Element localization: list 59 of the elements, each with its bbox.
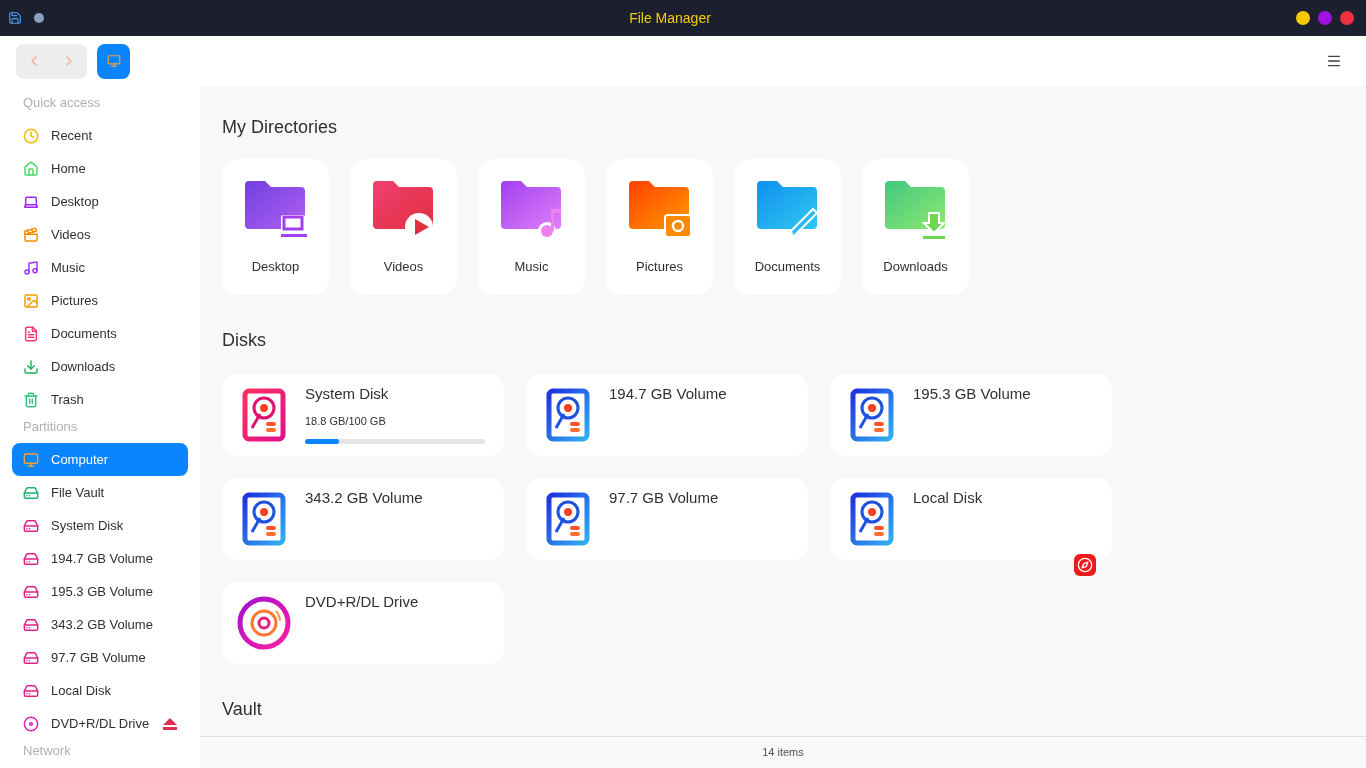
picture-icon — [23, 292, 39, 309]
window-title: File Manager — [629, 8, 711, 28]
directory-card[interactable]: Music — [478, 159, 585, 295]
sidebar-item[interactable]: Downloads — [12, 350, 188, 383]
clock-icon — [23, 127, 39, 144]
monitor-icon — [23, 451, 39, 468]
sidebar-item[interactable]: 343.2 GB Volume — [12, 608, 188, 641]
directory-card[interactable]: Desktop — [222, 159, 329, 295]
download-icon — [23, 358, 39, 375]
sidebar-item[interactable]: 194.7 GB Volume — [12, 542, 188, 575]
status-bar-text: 14 items — [762, 745, 804, 761]
disk-card[interactable]: 97.7 GB Volume — [526, 478, 808, 560]
section-heading: Vault — [222, 700, 263, 718]
music-note-icon — [23, 259, 39, 276]
document-icon — [23, 325, 39, 342]
trash-icon — [23, 391, 39, 408]
sidebar-item[interactable]: DVD+R/DL Drive — [12, 707, 188, 740]
sidebar-item[interactable]: 195.3 GB Volume — [12, 575, 188, 608]
eject-icon[interactable] — [163, 717, 177, 730]
sidebar-item[interactable]: Trash — [12, 383, 188, 416]
disk-card[interactable]: 343.2 GB Volume — [222, 478, 504, 560]
directory-card[interactable]: Videos — [350, 159, 457, 295]
sidebar-section-title: Partitions — [22, 417, 79, 436]
directory-card[interactable]: Documents — [734, 159, 841, 295]
sidebar-item[interactable]: Videos — [12, 218, 188, 251]
disk-card[interactable]: Local Disk — [830, 478, 1112, 560]
sidebar-item[interactable]: Home — [12, 152, 188, 185]
disk-card[interactable]: 195.3 GB Volume — [830, 374, 1112, 456]
sidebar-item[interactable]: Pictures — [12, 284, 188, 317]
sidebar-item[interactable]: Recent — [12, 119, 188, 152]
sidebar-item[interactable]: File Vault — [12, 476, 188, 509]
section-heading: Disks — [222, 331, 267, 349]
disc-icon — [235, 595, 292, 651]
sidebar-item[interactable]: Desktop — [12, 185, 188, 218]
home-icon — [23, 160, 39, 177]
minimize-button[interactable] — [1296, 11, 1310, 25]
sidebar-item[interactable]: 97.7 GB Volume — [12, 641, 188, 674]
monitor-icon — [106, 54, 121, 68]
close-button[interactable] — [1340, 11, 1354, 25]
maximize-button[interactable] — [1318, 11, 1332, 25]
directory-card[interactable]: Pictures — [606, 159, 713, 295]
directory-card[interactable]: Downloads — [862, 159, 969, 295]
menu-icon — [1326, 53, 1342, 69]
film-icon — [23, 226, 39, 243]
disk-card[interactable]: System Disk 18.8 GB/100 GB — [222, 374, 504, 456]
sidebar-item[interactable]: Music — [12, 251, 188, 284]
sidebar-section-title: Network — [22, 741, 72, 760]
section-heading: My Directories — [222, 118, 338, 136]
disc-icon — [23, 715, 39, 732]
sidebar-item[interactable]: Computer — [12, 443, 188, 476]
save-icon — [8, 11, 22, 25]
computer-view-button[interactable] — [97, 43, 130, 79]
sidebar-section-title: Quick access — [22, 93, 102, 112]
disk-card[interactable]: DVD+R/DL Drive — [222, 582, 504, 664]
disk-usage-text: 18.8 GB/100 GB — [305, 413, 387, 429]
disk-card[interactable]: 194.7 GB Volume — [526, 374, 808, 456]
sidebar-item[interactable]: Documents — [12, 317, 188, 350]
sidebar-item[interactable]: System Disk — [12, 509, 188, 542]
sidebar-item[interactable]: Local Disk — [12, 674, 188, 707]
